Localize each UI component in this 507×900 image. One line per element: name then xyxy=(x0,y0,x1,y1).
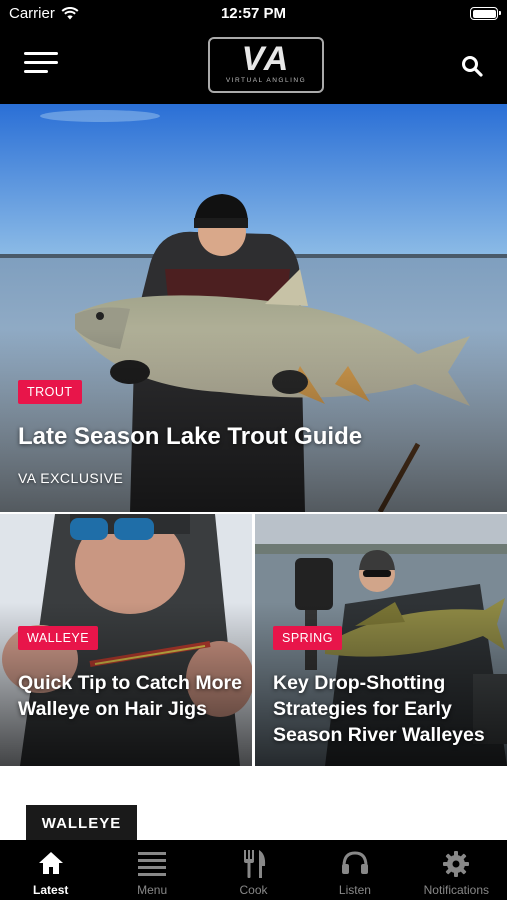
va-logo[interactable]: VA VIRTUAL ANGLING xyxy=(208,37,324,93)
article-card-drop-shotting[interactable]: SPRING Key Drop-Shotting Strategies for … xyxy=(255,514,507,766)
tab-label: Menu xyxy=(137,883,168,897)
tab-label: Listen xyxy=(338,883,371,897)
battery-icon xyxy=(470,7,501,20)
tab-latest[interactable]: Latest xyxy=(0,840,101,900)
logo-mark: VA xyxy=(241,40,291,78)
tab-menu[interactable]: Menu xyxy=(101,840,202,900)
tab-label: Latest xyxy=(33,883,69,897)
hero-title[interactable]: Late Season Lake Trout Guide xyxy=(18,423,362,451)
status-bar: Carrier 12:57 PM xyxy=(0,0,507,28)
app-header: VA VIRTUAL ANGLING xyxy=(0,28,507,104)
article-card-walleye-tip[interactable]: WALLEYE Quick Tip to Catch More Walleye … xyxy=(0,514,252,766)
hero-category-tag[interactable]: TROUT xyxy=(18,380,82,404)
bottom-tab-bar: Latest Menu Cook Listen Notifications xyxy=(0,840,507,900)
fork-knife-icon xyxy=(243,850,265,878)
section-header-walleye[interactable]: WALLEYE xyxy=(26,805,137,843)
menu-icon xyxy=(138,852,167,876)
headphones-icon xyxy=(341,851,368,874)
hero-byline: VA EXCLUSIVE xyxy=(18,470,124,486)
home-icon xyxy=(38,852,63,874)
logo-tagline: VIRTUAL ANGLING xyxy=(225,77,307,84)
gear-icon xyxy=(443,851,470,877)
tab-cook[interactable]: Cook xyxy=(203,840,304,900)
card-title[interactable]: Quick Tip to Catch More Walleye on Hair … xyxy=(18,670,242,722)
status-time: 12:57 PM xyxy=(220,5,287,22)
card-category-tag[interactable]: SPRING xyxy=(273,626,342,650)
tab-notifications[interactable]: Notifications xyxy=(406,840,507,900)
tab-label: Notifications xyxy=(423,883,490,897)
tab-label: Cook xyxy=(239,883,268,897)
search-icon[interactable] xyxy=(461,55,483,77)
card-category-tag[interactable]: WALLEYE xyxy=(18,626,99,650)
tab-listen[interactable]: Listen xyxy=(304,840,405,900)
hamburger-menu-button[interactable] xyxy=(24,52,58,78)
card-title[interactable]: Key Drop-Shotting Strategies for Early S… xyxy=(273,670,497,748)
hero-article[interactable]: TROUT Late Season Lake Trout Guide VA EX… xyxy=(0,104,507,512)
